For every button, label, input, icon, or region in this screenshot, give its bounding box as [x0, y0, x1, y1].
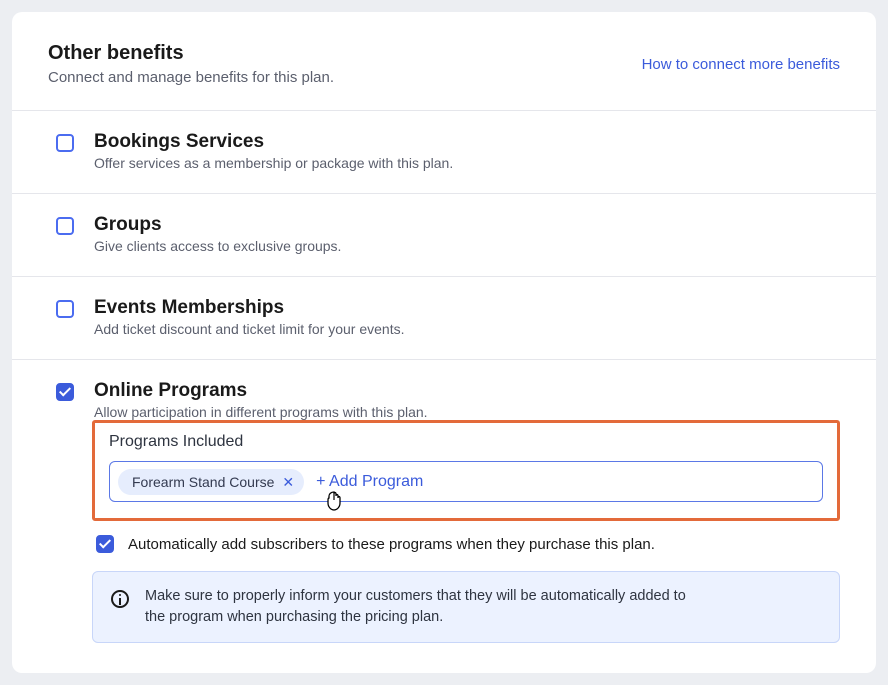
- programs-chip-input[interactable]: Forearm Stand Course ✕ + Add Program: [109, 461, 823, 502]
- benefits-card: Other benefits Connect and manage benefi…: [12, 12, 876, 673]
- programs-included-highlight: Programs Included Forearm Stand Course ✕…: [92, 420, 840, 521]
- events-desc: Add ticket discount and ticket limit for…: [94, 321, 404, 337]
- benefit-row-groups: Groups Give clients access to exclusive …: [12, 194, 876, 277]
- info-box: Make sure to properly inform your custom…: [92, 571, 840, 643]
- online-programs-text: Online Programs Allow participation in d…: [94, 380, 428, 420]
- card-header: Other benefits Connect and manage benefi…: [12, 12, 876, 111]
- program-chip: Forearm Stand Course ✕: [118, 469, 304, 495]
- groups-text: Groups Give clients access to exclusive …: [94, 214, 341, 254]
- online-programs-desc: Allow participation in different program…: [94, 404, 428, 420]
- header-subtitle: Connect and manage benefits for this pla…: [48, 69, 334, 86]
- cursor-icon: [325, 490, 343, 517]
- connect-more-benefits-link[interactable]: How to connect more benefits: [642, 56, 840, 73]
- online-programs-title: Online Programs: [94, 380, 428, 402]
- bookings-title: Bookings Services: [94, 131, 453, 153]
- events-checkbox[interactable]: [56, 300, 74, 318]
- bookings-desc: Offer services as a membership or packag…: [94, 155, 453, 171]
- chip-close-icon[interactable]: ✕: [282, 475, 294, 489]
- info-icon: [111, 590, 129, 608]
- groups-checkbox[interactable]: [56, 217, 74, 235]
- online-programs-checkbox[interactable]: [56, 383, 74, 401]
- program-chip-label: Forearm Stand Course: [132, 474, 274, 490]
- auto-add-text: Automatically add subscribers to these p…: [128, 536, 655, 553]
- info-text: Make sure to properly inform your custom…: [145, 586, 705, 628]
- benefit-row-online-programs: Online Programs Allow participation in d…: [12, 360, 876, 420]
- benefit-row-events: Events Memberships Add ticket discount a…: [12, 277, 876, 360]
- benefit-row-bookings: Bookings Services Offer services as a me…: [12, 111, 876, 194]
- programs-included-label: Programs Included: [109, 433, 823, 451]
- bookings-checkbox[interactable]: [56, 134, 74, 152]
- events-text: Events Memberships Add ticket discount a…: [94, 297, 404, 337]
- groups-desc: Give clients access to exclusive groups.: [94, 238, 341, 254]
- auto-add-checkbox[interactable]: [96, 535, 114, 553]
- header-left: Other benefits Connect and manage benefi…: [48, 42, 334, 86]
- add-program-button[interactable]: + Add Program: [316, 473, 423, 491]
- groups-title: Groups: [94, 214, 341, 236]
- auto-add-row: Automatically add subscribers to these p…: [92, 535, 840, 553]
- programs-section: Programs Included Forearm Stand Course ✕…: [12, 420, 876, 673]
- header-title: Other benefits: [48, 42, 334, 65]
- bookings-text: Bookings Services Offer services as a me…: [94, 131, 453, 171]
- events-title: Events Memberships: [94, 297, 404, 319]
- online-programs-top: Online Programs Allow participation in d…: [56, 380, 840, 420]
